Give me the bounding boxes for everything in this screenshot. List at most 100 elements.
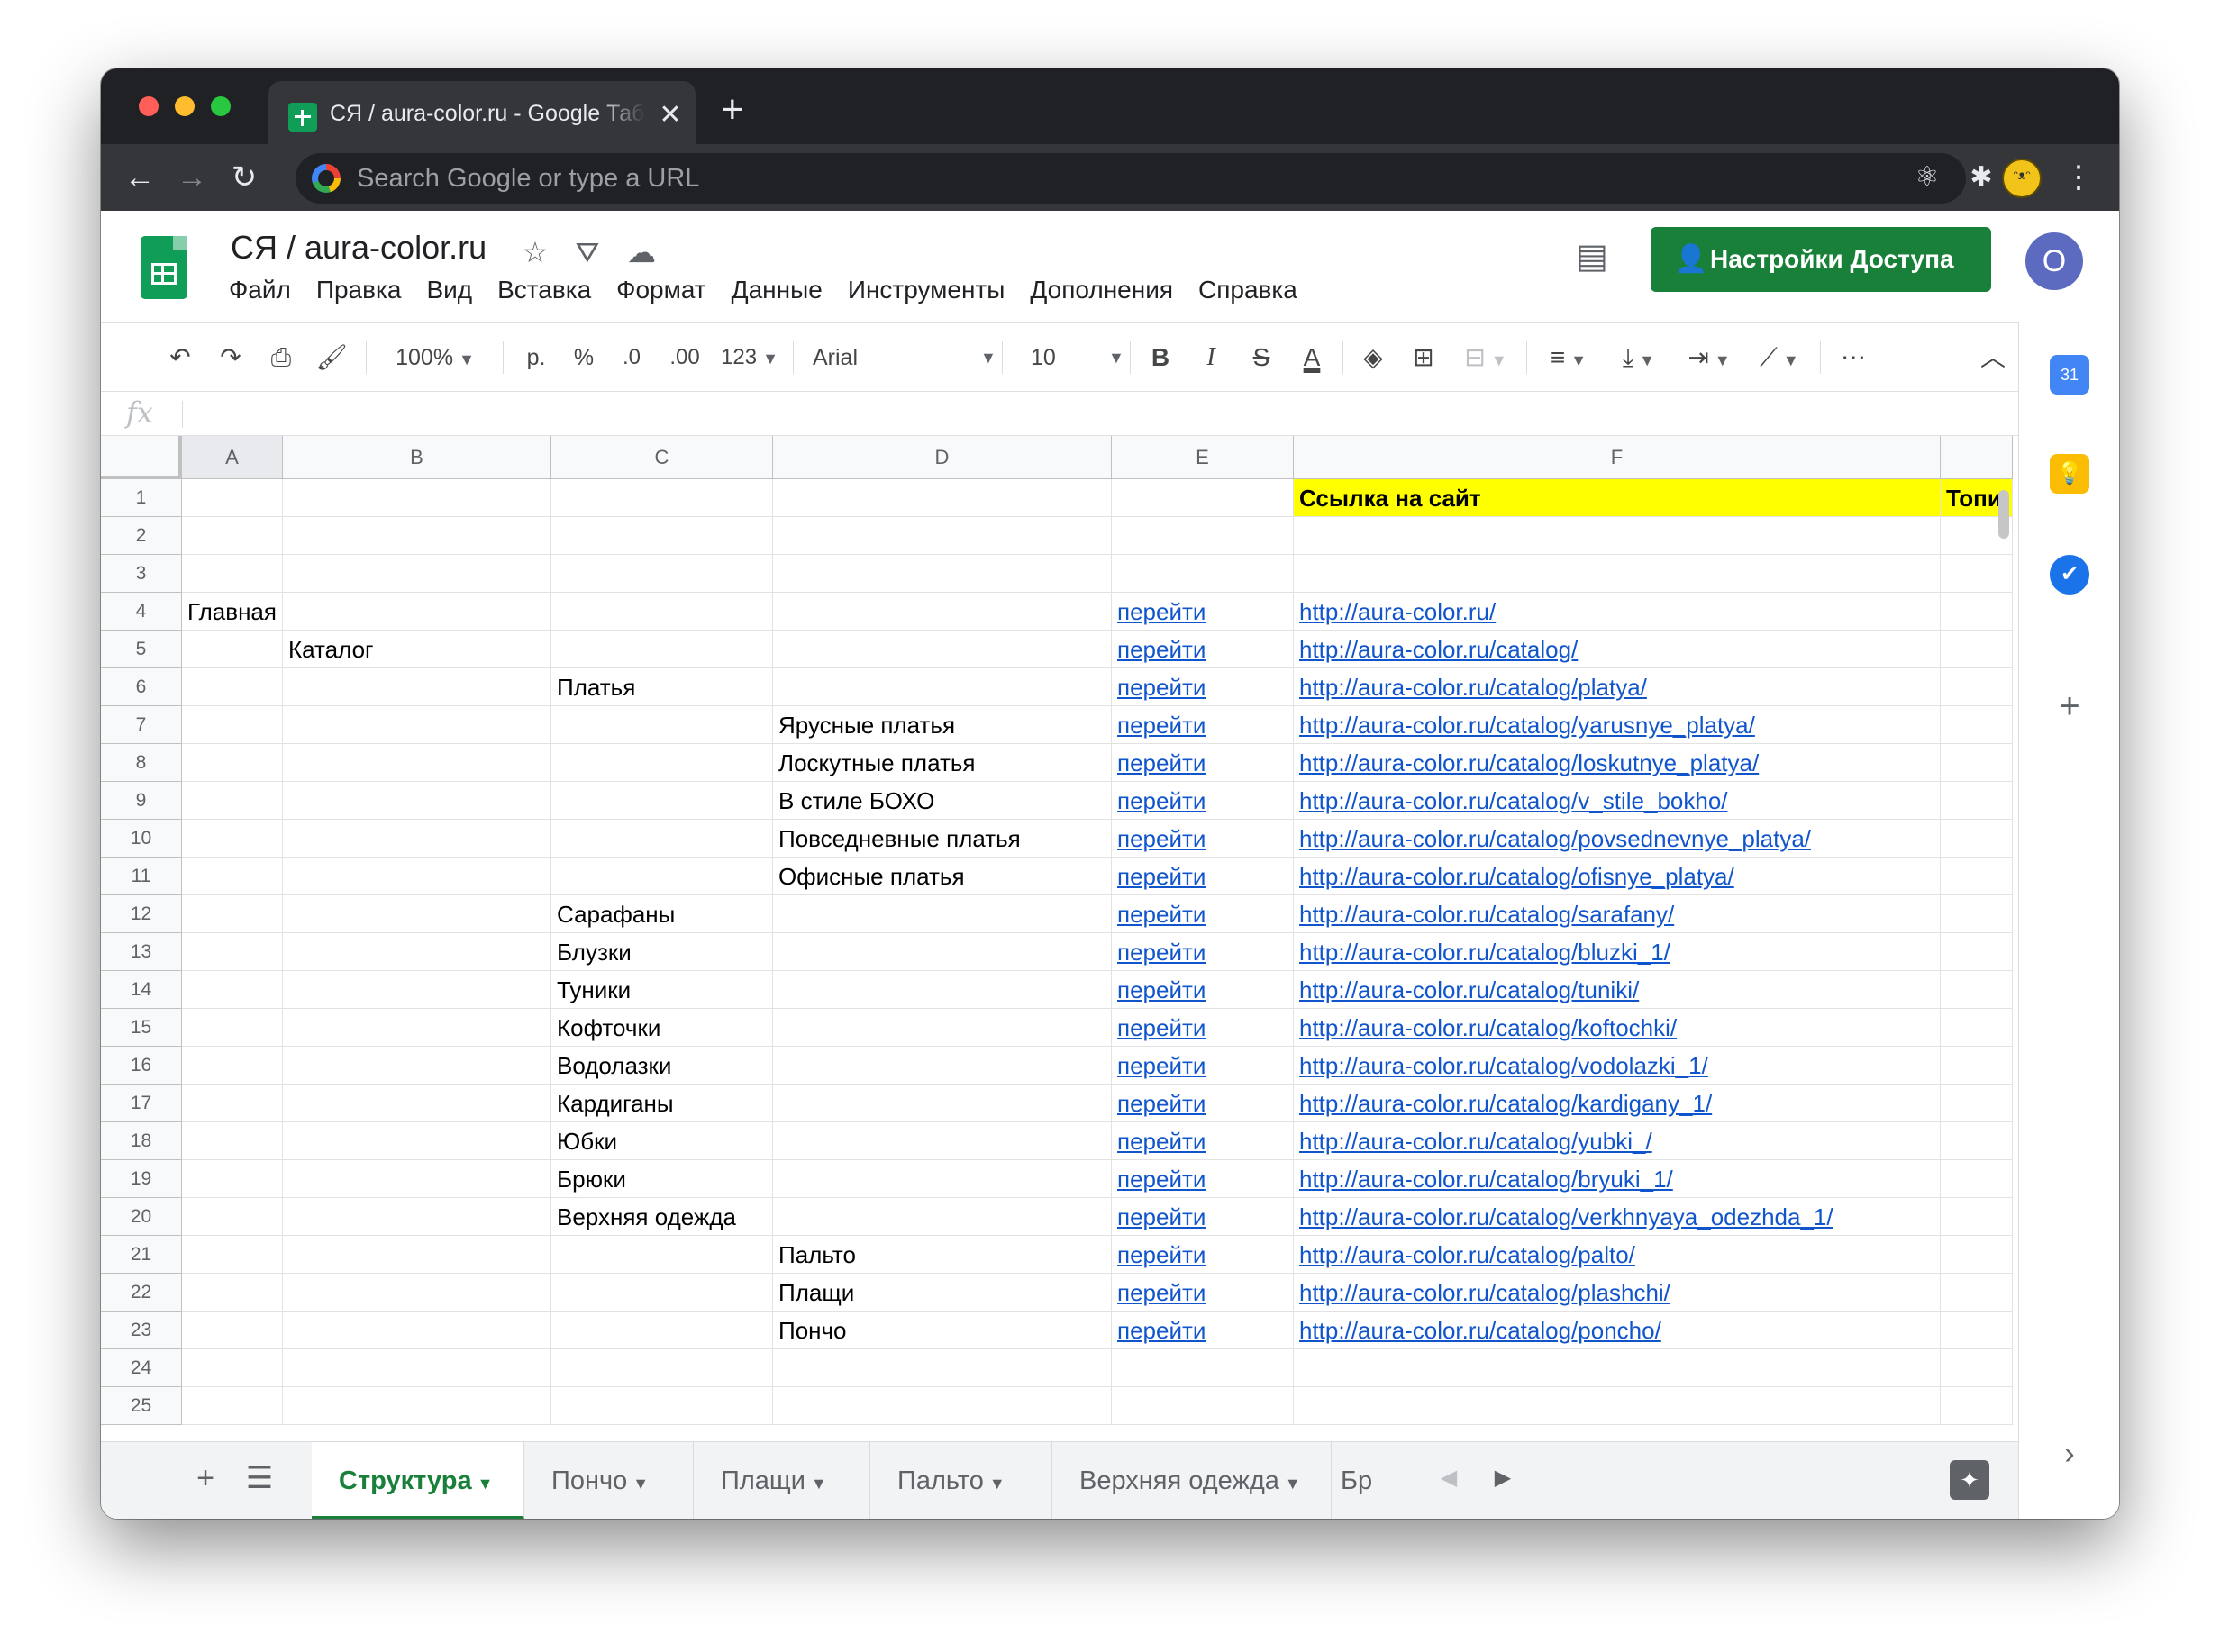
cell-c17[interactable]: Кардиганы [551, 1085, 773, 1122]
cell-c10[interactable] [551, 820, 773, 858]
formula-bar[interactable]: fx [101, 391, 2018, 436]
cell-g10[interactable] [1941, 820, 2013, 858]
select-all-corner[interactable] [101, 436, 182, 479]
cell-f22[interactable]: http://aura-color.ru/catalog/plashchi/ [1294, 1274, 1941, 1312]
cell-b4[interactable] [283, 593, 551, 631]
row-header[interactable]: 10 [101, 820, 182, 858]
cell-a13[interactable] [182, 933, 283, 971]
cell-b10[interactable] [283, 820, 551, 858]
cell-a12[interactable] [182, 895, 283, 933]
move-to-drive-icon[interactable]: ⛛ [569, 236, 605, 268]
cell-e14[interactable]: перейти [1112, 971, 1294, 1009]
italic-button[interactable]: I [1191, 323, 1231, 392]
bold-button[interactable]: B [1141, 323, 1180, 392]
cell-b23[interactable] [283, 1312, 551, 1349]
cell-d17[interactable] [773, 1085, 1112, 1122]
row-header[interactable]: 25 [101, 1387, 182, 1425]
cell-d2[interactable] [773, 517, 1112, 555]
react-devtools-icon[interactable]: ⚛ [1906, 157, 1948, 198]
cell-e22[interactable]: перейти [1112, 1274, 1294, 1312]
cell-f13[interactable]: http://aura-color.ru/catalog/bluzki_1/ [1294, 933, 1941, 971]
cell-f15[interactable]: http://aura-color.ru/catalog/koftochki/ [1294, 1009, 1941, 1047]
cell-f7[interactable]: http://aura-color.ru/catalog/yarusnye_pl… [1294, 706, 1941, 744]
collapse-menus-icon[interactable]: ︿ [1973, 323, 2013, 392]
column-header-a[interactable]: A [182, 436, 283, 479]
cell-a16[interactable] [182, 1047, 283, 1085]
cell-f3[interactable] [1294, 555, 1941, 593]
cell-b16[interactable] [283, 1047, 551, 1085]
cell-b5[interactable]: Каталог [283, 631, 551, 668]
format-percent-button[interactable]: % [564, 323, 604, 392]
cell-g9[interactable] [1941, 782, 2013, 820]
sheet-tab-structure[interactable]: Структура ▼ [312, 1442, 524, 1519]
row-header[interactable]: 8 [101, 744, 182, 782]
column-header-c[interactable]: C [551, 436, 773, 479]
cell-d5[interactable] [773, 631, 1112, 668]
cell-c8[interactable] [551, 744, 773, 782]
cell-d4[interactable] [773, 593, 1112, 631]
cell-a3[interactable] [182, 555, 283, 593]
cell-g21[interactable] [1941, 1236, 2013, 1274]
cell-e21[interactable]: перейти [1112, 1236, 1294, 1274]
row-header[interactable]: 16 [101, 1047, 182, 1085]
cell-d7[interactable]: Ярусные платья [773, 706, 1112, 744]
cell-d21[interactable]: Пальто [773, 1236, 1112, 1274]
row-header[interactable]: 1 [101, 479, 182, 517]
cell-d20[interactable] [773, 1198, 1112, 1236]
sheet-tab-palto[interactable]: Пальто ▼ [870, 1442, 1052, 1519]
cell-f24[interactable] [1294, 1349, 1941, 1387]
tab-close-icon[interactable]: ✕ [654, 97, 687, 133]
cell-e19[interactable]: перейти [1112, 1160, 1294, 1198]
row-header[interactable]: 6 [101, 668, 182, 706]
cell-c25[interactable] [551, 1387, 773, 1425]
document-title[interactable]: СЯ / aura-color.ru [231, 229, 487, 267]
cell-d23[interactable]: Пончо [773, 1312, 1112, 1349]
cell-b25[interactable] [283, 1387, 551, 1425]
cell-g23[interactable] [1941, 1312, 2013, 1349]
cell-e7[interactable]: перейти [1112, 706, 1294, 744]
text-rotation-icon[interactable]: ⟋ ▼ [1748, 323, 1811, 392]
cell-b20[interactable] [283, 1198, 551, 1236]
decrease-decimal-button[interactable]: .0 [609, 323, 654, 392]
horizontal-align-icon[interactable]: ≡ ▼ [1537, 323, 1600, 392]
cell-e25[interactable] [1112, 1387, 1294, 1425]
cell-a20[interactable] [182, 1198, 283, 1236]
menu-edit[interactable]: Правка [316, 272, 402, 308]
cell-a4[interactable]: Главная [182, 593, 283, 631]
cell-c15[interactable]: Кофточки [551, 1009, 773, 1047]
cell-f17[interactable]: http://aura-color.ru/catalog/kardigany_1… [1294, 1085, 1941, 1122]
row-header[interactable]: 13 [101, 933, 182, 971]
cell-d11[interactable]: Офисные платья [773, 858, 1112, 895]
cell-c24[interactable] [551, 1349, 773, 1387]
borders-icon[interactable]: ⊞ [1404, 323, 1443, 392]
cell-g13[interactable] [1941, 933, 2013, 971]
cell-d9[interactable]: В стиле БОХО [773, 782, 1112, 820]
cell-a10[interactable] [182, 820, 283, 858]
row-header[interactable]: 2 [101, 517, 182, 555]
sheet-tab-outerwear[interactable]: Верхняя одежда ▼ [1052, 1442, 1332, 1519]
account-avatar[interactable]: О [2025, 232, 2083, 290]
omnibox[interactable]: Search Google or type a URL [296, 153, 1966, 204]
minimize-window-button[interactable] [175, 96, 195, 116]
extensions-puzzle-icon[interactable]: ✱ [1961, 157, 2002, 198]
row-header[interactable]: 11 [101, 858, 182, 895]
cell-d19[interactable] [773, 1160, 1112, 1198]
cell-b15[interactable] [283, 1009, 551, 1047]
cell-a15[interactable] [182, 1009, 283, 1047]
redo-icon[interactable]: ↷ [211, 323, 250, 392]
cell-b3[interactable] [283, 555, 551, 593]
menu-help[interactable]: Справка [1198, 272, 1297, 308]
cell-d3[interactable] [773, 555, 1112, 593]
cell-c16[interactable]: Водолазки [551, 1047, 773, 1085]
cell-a8[interactable] [182, 744, 283, 782]
cell-d12[interactable] [773, 895, 1112, 933]
cell-a25[interactable] [182, 1387, 283, 1425]
cell-c12[interactable]: Сарафаны [551, 895, 773, 933]
cell-f6[interactable]: http://aura-color.ru/catalog/platya/ [1294, 668, 1941, 706]
all-sheets-icon[interactable]: ☰ [240, 1458, 279, 1498]
add-sheet-icon[interactable]: + [186, 1458, 225, 1498]
cell-d13[interactable] [773, 933, 1112, 971]
cell-f5[interactable]: http://aura-color.ru/catalog/ [1294, 631, 1941, 668]
column-header-f[interactable]: F [1294, 436, 1941, 479]
browser-menu-icon[interactable]: ⋮ [2058, 157, 2099, 198]
